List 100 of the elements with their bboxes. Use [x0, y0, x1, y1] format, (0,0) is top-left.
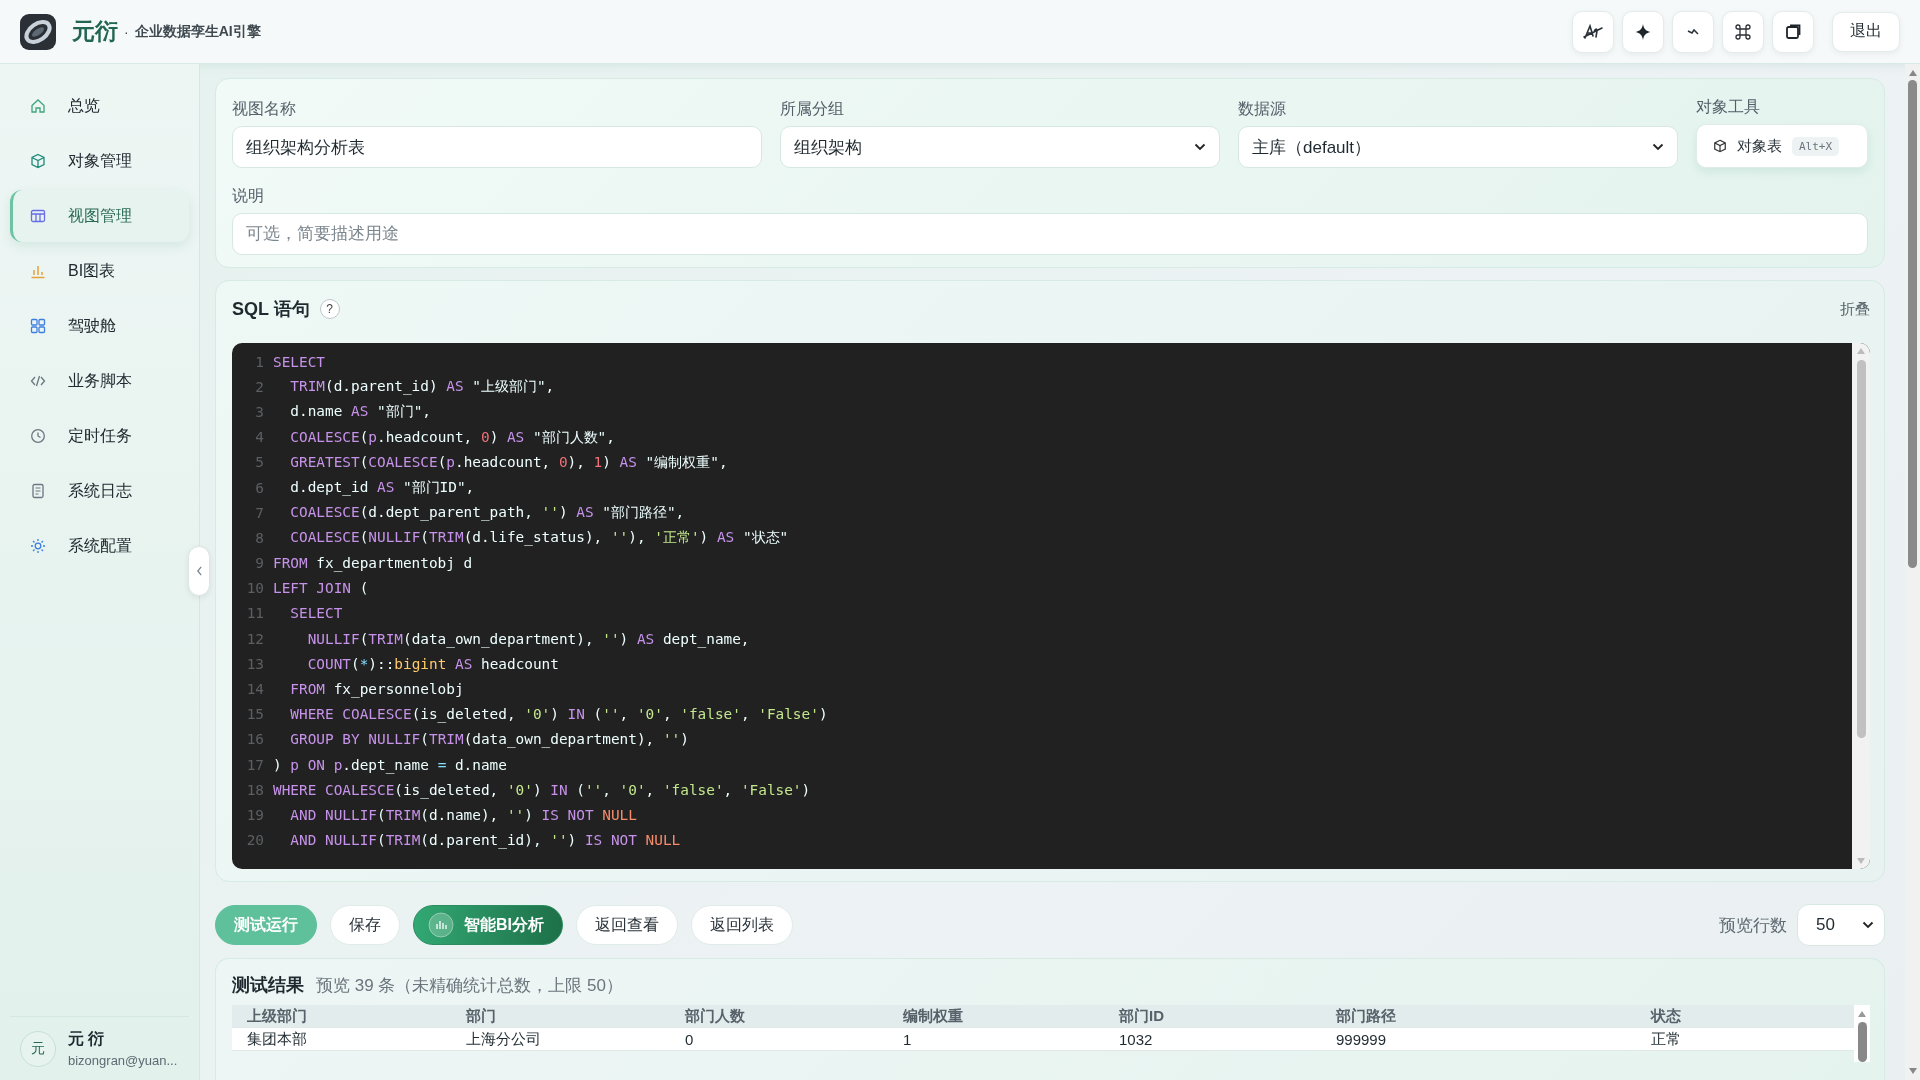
- sidebar-item[interactable]: 对象管理: [10, 135, 189, 187]
- line-number: 3: [254, 403, 264, 420]
- line-number: 7: [254, 504, 264, 521]
- table-cell-text: 1: [903, 1030, 913, 1048]
- line-number: 17: [245, 756, 264, 773]
- line-number: 9: [254, 555, 264, 572]
- description-field[interactable]: 可选，简要描述用途: [232, 213, 1868, 255]
- line-number: 6: [254, 479, 264, 496]
- line-number: 13: [245, 655, 264, 672]
- scroll-up-icon: [1908, 70, 1917, 76]
- code-line: COUNT(*)::bigint AS headcount: [306, 655, 559, 672]
- scroll-down-icon: [1857, 858, 1865, 864]
- dashboard-icon: [30, 318, 46, 334]
- select-field[interactable]: 主库（default）: [1238, 126, 1678, 168]
- chevron-left-icon: [195, 566, 203, 576]
- column-header: 部门人数: [685, 1006, 746, 1026]
- line-number: 2: [254, 378, 264, 395]
- code-line: WHERE COALESCE(is_deleted, '0') IN ('', '0', 'false', 'False'): [289, 706, 828, 723]
- line-number: 12: [245, 630, 264, 647]
- logo-icon: [20, 13, 56, 50]
- code-line: d.dept_id AS "部门ID",: [289, 478, 475, 498]
- app-tagline: 企业数据孪生AI引擎: [134, 22, 261, 41]
- code-line: LEFT JOIN (: [273, 580, 369, 597]
- sidebar-item[interactable]: 视图管理: [10, 190, 189, 242]
- code-icon: [30, 373, 46, 389]
- settings-icon: [30, 538, 46, 554]
- section-title: SQL 语句: [232, 298, 310, 321]
- column-header: 状态: [1651, 1006, 1682, 1026]
- sidebar-item[interactable]: 定时任务: [10, 410, 189, 462]
- signature-icon: [1583, 23, 1603, 40]
- select-field[interactable]: 组织架构: [780, 126, 1220, 168]
- home-icon: [30, 98, 46, 114]
- window-button[interactable]: [1772, 10, 1814, 53]
- collapse-handle[interactable]: [188, 546, 210, 596]
- code-line: COALESCE(d.dept_parent_path, '') AS "部门路径",: [289, 503, 685, 523]
- help-button[interactable]: ?: [319, 299, 340, 319]
- sidebar-item[interactable]: 总览: [10, 80, 189, 132]
- scrollbar[interactable]: [1854, 1005, 1870, 1062]
- sparkle-button[interactable]: [1622, 10, 1664, 53]
- code-line: ) p ON p.dept_name = d.name: [273, 756, 507, 773]
- line-number: 16: [245, 731, 264, 748]
- bar-chart-icon: [428, 912, 454, 938]
- input-field[interactable]: 组织架构分析表: [232, 126, 762, 168]
- field-label: 视图名称: [232, 99, 297, 119]
- command-button[interactable]: [1722, 10, 1764, 53]
- table-cell-text: 正常: [1651, 1029, 1682, 1049]
- squiggle-icon: [1687, 27, 1699, 36]
- code-line: COALESCE(NULLIF(TRIM(d.life_status), ''), '正常') AS "状态": [289, 528, 789, 548]
- field-label: 对象工具: [1696, 97, 1761, 117]
- scroll-up-icon: [1857, 348, 1865, 354]
- table-cell-text: 1032: [1119, 1030, 1154, 1048]
- user-name: 元 衍: [68, 1029, 106, 1049]
- code-line: GREATEST(COALESCE(p.headcount, 0), 1) AS "编制权重",: [289, 452, 728, 472]
- code-line: FROM fx_personnelobj: [289, 681, 464, 698]
- cube-icon: [30, 153, 46, 169]
- object-table-button[interactable]: 对象表 Alt+X: [1696, 124, 1868, 168]
- scrollbar[interactable]: [1905, 64, 1920, 1080]
- preview-rows-label: 预览行数: [1719, 914, 1787, 937]
- field-label: 说明: [232, 186, 265, 206]
- code-line: AND NULLIF(TRIM(d.name), '') IS NOT NULL: [289, 806, 637, 823]
- app-name: 元衍: [72, 17, 118, 46]
- chevron-down-icon: [1194, 143, 1206, 151]
- line-number: 5: [254, 454, 264, 471]
- action-button[interactable]: 保存: [330, 905, 400, 945]
- table-cell-text: 0: [685, 1030, 695, 1048]
- sidebar-item[interactable]: 系统日志: [10, 465, 189, 517]
- scrollbar[interactable]: [1852, 343, 1870, 869]
- code-line: SELECT: [273, 353, 325, 370]
- scroll-up-icon: [1858, 1011, 1866, 1017]
- window-icon: [1785, 23, 1801, 40]
- code-line: GROUP BY NULLIF(TRIM(data_own_department), ''): [289, 731, 689, 748]
- field-label: 数据源: [1238, 99, 1287, 119]
- table-cell-text: 999999: [1336, 1030, 1388, 1048]
- document-icon: [30, 483, 46, 499]
- code-line: TRIM(d.parent_id) AS "上级部门",: [289, 377, 555, 397]
- handwriting-tool-button[interactable]: [1572, 10, 1614, 53]
- line-number: 10: [245, 580, 264, 597]
- line-number: 14: [245, 681, 264, 698]
- collapse-link[interactable]: 折叠: [1840, 299, 1870, 319]
- action-button[interactable]: 返回列表: [691, 905, 793, 945]
- code-line: SELECT: [289, 605, 343, 622]
- sidebar-item[interactable]: 系统配置: [10, 520, 189, 572]
- logout-button[interactable]: 退出: [1832, 11, 1900, 52]
- sidebar-item[interactable]: BI图表: [10, 245, 189, 297]
- column-header: 上级部门: [247, 1006, 308, 1026]
- user-email: bizongran@yuan...: [68, 1053, 178, 1068]
- bar-chart-icon: [30, 263, 46, 279]
- code-line: WHERE COALESCE(is_deleted, '0') IN ('', '0', 'false', 'False'): [273, 781, 811, 798]
- user-avatar: 元: [20, 1030, 56, 1067]
- code-line: NULLIF(TRIM(data_own_department), '') AS dept_name,: [306, 630, 750, 647]
- line-number: 11: [245, 605, 264, 622]
- line-number: 1: [254, 353, 264, 370]
- sidebar-item[interactable]: 业务脚本: [10, 355, 189, 407]
- sidebar-item[interactable]: 驾驶舱: [10, 300, 189, 352]
- code-line: d.name AS "部门",: [289, 402, 431, 422]
- action-button[interactable]: 返回查看: [576, 905, 678, 945]
- column-header: 部门ID: [1119, 1006, 1165, 1026]
- preview-rows-select[interactable]: 50: [1797, 904, 1885, 946]
- table-icon: [30, 208, 46, 224]
- action-button[interactable]: 智能BI分析: [413, 905, 563, 945]
